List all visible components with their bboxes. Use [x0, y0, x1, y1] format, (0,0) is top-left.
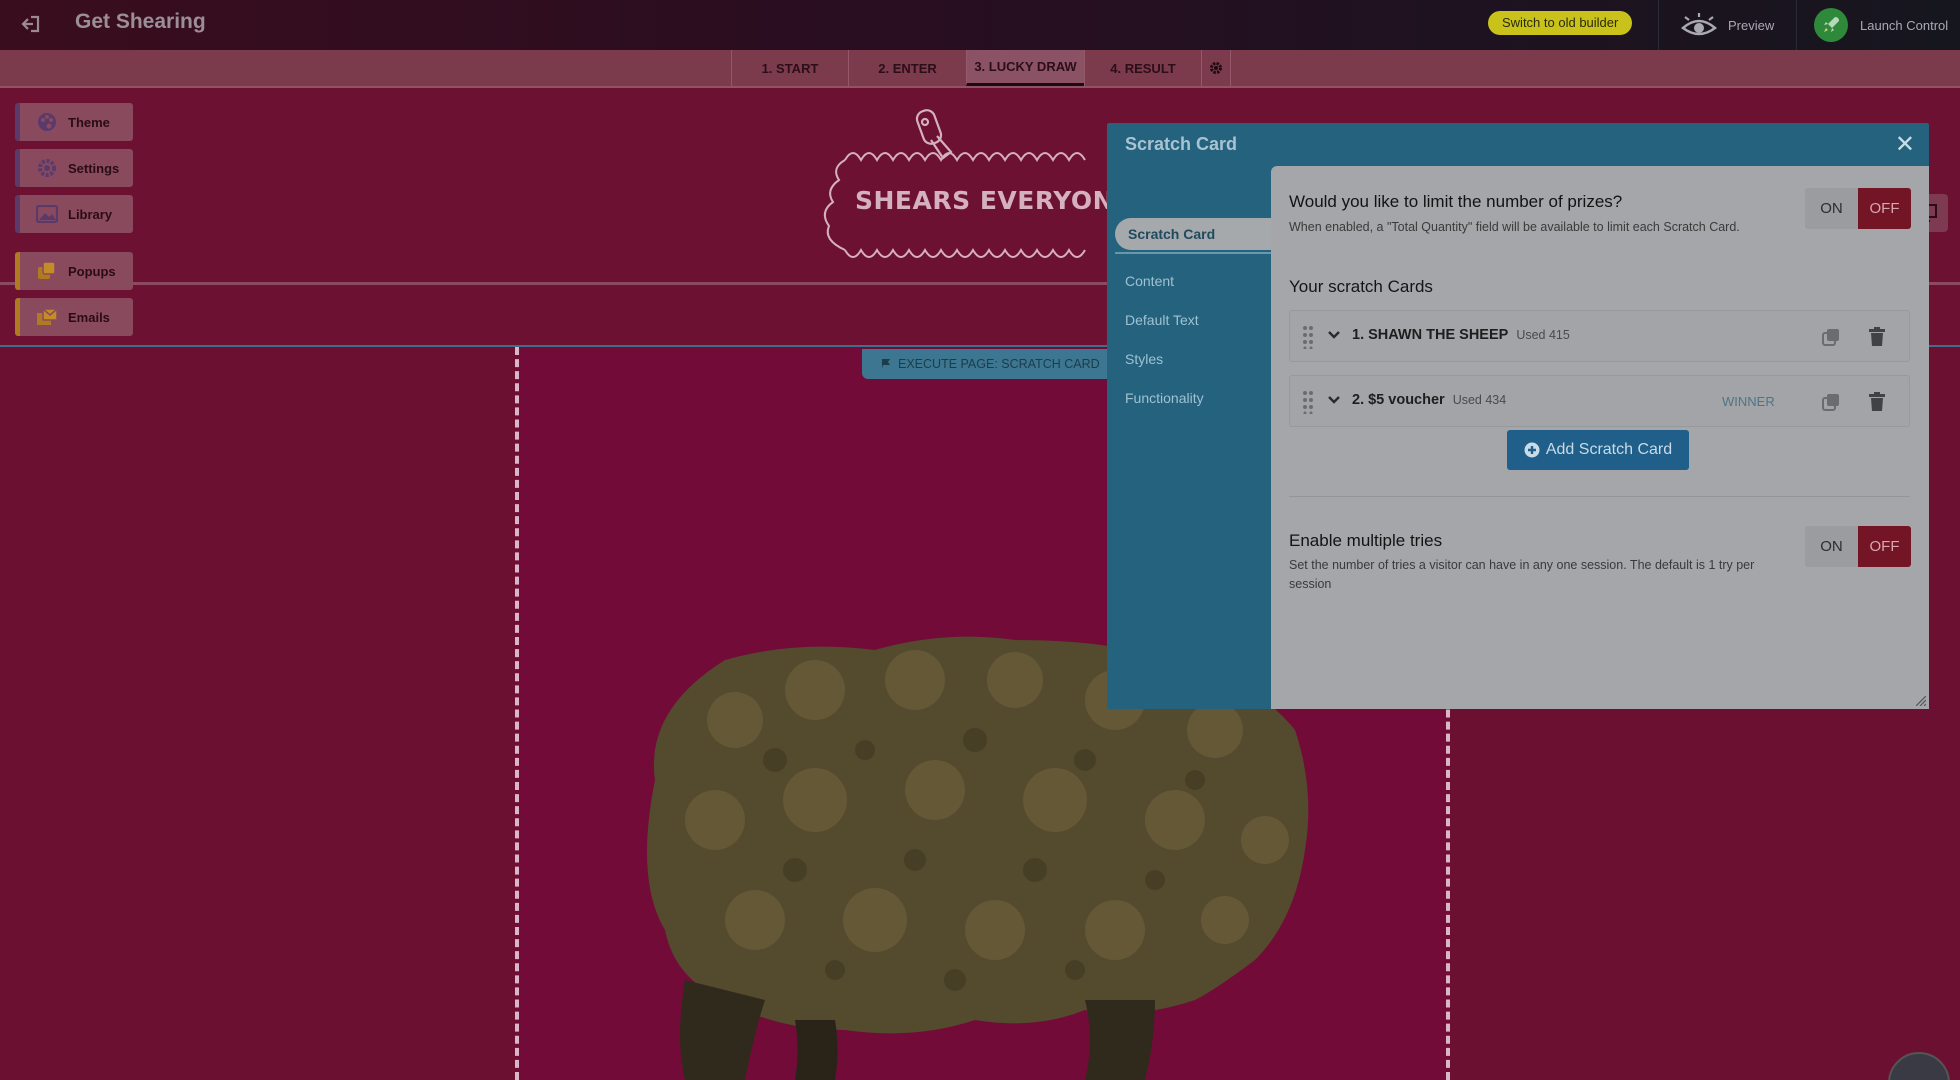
library-label: Library	[68, 206, 113, 222]
gear-icon	[1210, 62, 1222, 74]
divider	[1796, 0, 1797, 50]
content-divider	[1289, 496, 1910, 497]
launch-control-button[interactable]: Launch Control	[1814, 0, 1948, 50]
logo-graphic	[823, 109, 1086, 258]
multiple-tries-desc: Set the number of tries a visitor can ha…	[1289, 558, 1755, 591]
plus-circle-icon	[1524, 442, 1540, 458]
popups-button[interactable]: Popups	[15, 252, 133, 290]
step-bar: 1. START 2. ENTER 3. LUCKY DRAW 4. RESUL…	[0, 50, 1960, 88]
chevron-down-icon[interactable]	[1328, 394, 1340, 408]
card-title-wrap: 2. $5 voucher Used 434	[1352, 392, 1506, 408]
steps-settings-button[interactable]	[1201, 50, 1231, 86]
top-bar: Get Shearing Switch to old builder Previ…	[0, 0, 1960, 50]
scratch-card-row[interactable]: 1. SHAWN THE SHEEP Used 415	[1289, 310, 1910, 362]
limit-prizes-desc: When enabled, a "Total Quantity" field w…	[1289, 220, 1740, 234]
drag-handle-icon[interactable]	[1302, 390, 1314, 414]
library-button[interactable]: Library	[15, 195, 133, 233]
chevron-down-icon[interactable]	[1328, 329, 1340, 343]
execute-page-tag[interactable]: EXECUTE PAGE: SCRATCH CARD	[862, 349, 1118, 379]
eye-icon	[1681, 13, 1717, 36]
copy-icon[interactable]	[1821, 327, 1841, 347]
tab-start[interactable]: 1. START	[731, 50, 848, 86]
modal-header[interactable]: Scratch Card ✕	[1107, 123, 1929, 166]
card-used-count: Used 415	[1516, 328, 1570, 342]
scratch-card-row[interactable]: 2. $5 voucher Used 434 WINNER	[1289, 375, 1910, 427]
winner-badge: WINNER	[1722, 394, 1775, 409]
step-tabs: 1. START 2. ENTER 3. LUCKY DRAW 4. RESUL…	[731, 50, 1231, 86]
toggle-on[interactable]: ON	[1805, 188, 1858, 229]
nav-item-default-text[interactable]: Default Text	[1125, 312, 1199, 328]
popups-label: Popups	[68, 263, 116, 279]
image-library-icon	[36, 204, 58, 224]
scratch-cards-heading: Your scratch Cards	[1289, 277, 1433, 296]
nav-divider	[1115, 252, 1271, 254]
rocket-icon	[1814, 8, 1848, 42]
scratch-card-modal: Scratch Card ✕ Scratch Card Content Defa…	[1107, 123, 1929, 709]
toggle-off[interactable]: OFF	[1858, 526, 1911, 567]
theme-label: Theme	[68, 114, 110, 130]
copy-icon[interactable]	[1821, 392, 1841, 412]
resize-handle-icon[interactable]	[1916, 696, 1926, 706]
toggle-off[interactable]: OFF	[1858, 188, 1911, 229]
modal-title: Scratch Card	[1125, 134, 1238, 154]
add-scratch-card-label: Add Scratch Card	[1545, 441, 1673, 458]
nav-item-scratch-card[interactable]: Scratch Card	[1115, 218, 1275, 250]
preview-button[interactable]: Preview	[1680, 0, 1774, 50]
multiple-tries-toggle[interactable]: ON OFF	[1805, 526, 1911, 567]
limit-prizes-title: Would you like to limit the number of pr…	[1289, 192, 1623, 211]
popups-icon	[36, 261, 58, 281]
card-title-wrap: 1. SHAWN THE SHEEP Used 415	[1352, 327, 1570, 343]
app-title: Get Shearing	[75, 10, 206, 33]
settings-button[interactable]: Settings	[15, 149, 133, 187]
preview-label: Preview	[1728, 17, 1775, 33]
palette-icon	[36, 112, 58, 132]
emails-icon	[36, 307, 58, 327]
exit-icon[interactable]	[18, 12, 42, 36]
modal-nav: Scratch Card Content Default Text Styles…	[1107, 166, 1275, 709]
nav-item-styles[interactable]: Styles	[1125, 351, 1163, 367]
modal-content: Would you like to limit the number of pr…	[1271, 166, 1929, 709]
trash-icon[interactable]	[1868, 392, 1886, 412]
divider	[1658, 0, 1659, 50]
execute-page-label: EXECUTE PAGE: SCRATCH CARD	[898, 357, 1100, 371]
gear-icon	[36, 158, 58, 178]
close-icon[interactable]: ✕	[1895, 133, 1915, 157]
tab-result[interactable]: 4. RESULT	[1084, 50, 1201, 86]
limit-prizes-toggle[interactable]: ON OFF	[1805, 188, 1911, 229]
switch-old-builder-button[interactable]: Switch to old builder	[1488, 11, 1633, 35]
drag-handle-icon[interactable]	[1302, 325, 1314, 349]
tab-enter[interactable]: 2. ENTER	[848, 50, 966, 86]
nav-item-functionality[interactable]: Functionality	[1125, 390, 1204, 406]
nav-item-content[interactable]: Content	[1125, 273, 1174, 289]
flag-icon	[882, 359, 890, 369]
logo-text: SHEARS EVERYONE	[855, 186, 1132, 215]
toggle-on[interactable]: ON	[1805, 526, 1858, 567]
launch-label: Launch Control	[1860, 17, 1949, 33]
emails-button[interactable]: Emails	[15, 298, 133, 336]
settings-label: Settings	[68, 160, 120, 176]
tab-lucky-draw[interactable]: 3. LUCKY DRAW	[966, 50, 1084, 86]
card-name: 1. SHAWN THE SHEEP	[1352, 327, 1509, 343]
theme-button[interactable]: Theme	[15, 103, 133, 141]
trash-icon[interactable]	[1868, 327, 1886, 347]
emails-label: Emails	[68, 309, 110, 325]
card-used-count: Used 434	[1452, 393, 1507, 407]
multiple-tries-title: Enable multiple tries	[1289, 531, 1443, 550]
add-scratch-card-button[interactable]: Add Scratch Card	[1507, 430, 1689, 470]
card-name: 2. $5 voucher	[1352, 392, 1445, 408]
